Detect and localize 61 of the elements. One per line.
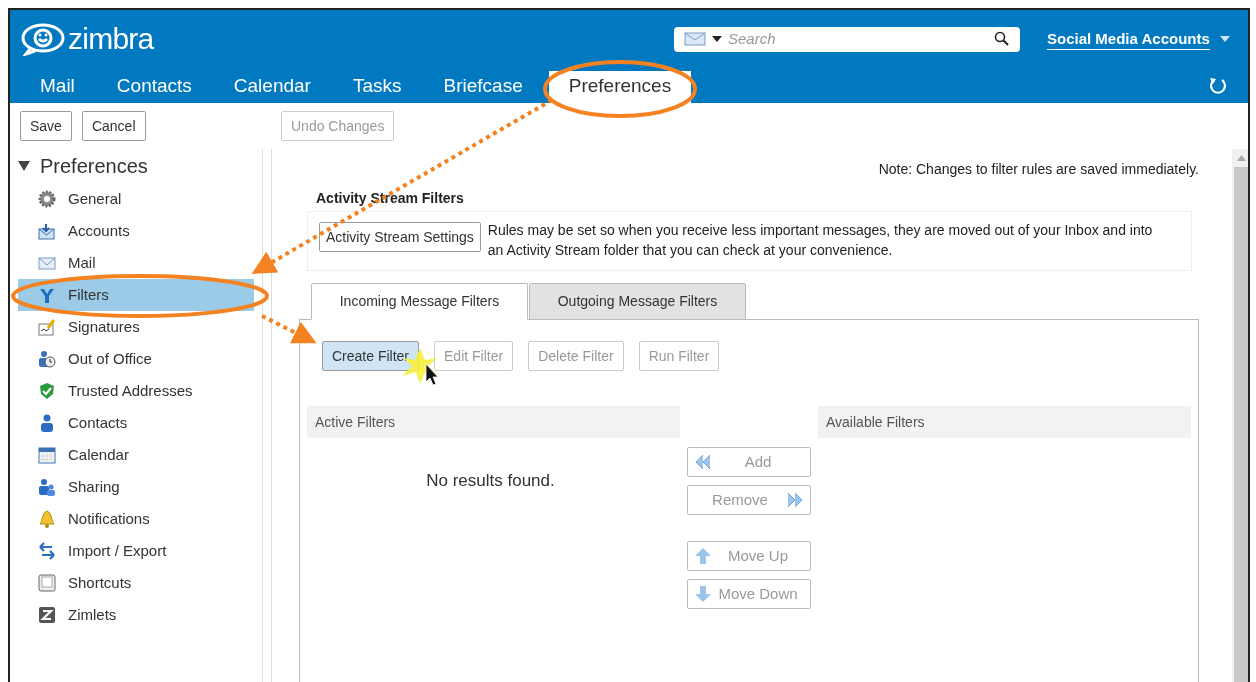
- zimlet-icon: [38, 606, 56, 624]
- description-text: Rules may be set so when you receive less important messages, they are moved out of your Inbox and into an Activity Stream folder that you can check at your convenience.: [487, 221, 1154, 260]
- sidebar-item[interactable]: Notifications: [18, 503, 254, 535]
- bell-icon: [38, 510, 56, 528]
- filter-icon: [38, 286, 56, 304]
- search-icon[interactable]: [994, 31, 1010, 47]
- logo-icon: [20, 22, 66, 56]
- list-header: Available Filters: [818, 406, 1191, 438]
- expand-triangle-icon[interactable]: [18, 160, 30, 172]
- double-left-chevron-icon: [694, 453, 712, 471]
- sidebar-item[interactable]: Import / Export: [18, 535, 254, 567]
- dotted-arrow: [261, 314, 317, 344]
- list-header: Active Filters: [307, 406, 680, 438]
- sidebar-item[interactable]: General: [18, 183, 254, 215]
- sidebar-item[interactable]: Trusted Addresses: [18, 375, 254, 407]
- sidebar-item[interactable]: Out of Office: [18, 343, 254, 375]
- sidebar-item[interactable]: Contacts: [18, 407, 254, 439]
- sidebar-item[interactable]: Mail: [18, 247, 254, 279]
- envelope-icon: [38, 254, 56, 272]
- keycap-icon: [38, 574, 56, 592]
- search-input[interactable]: Search: [728, 27, 988, 51]
- double-right-chevron-icon: [786, 491, 804, 509]
- person-clock-icon: [38, 350, 56, 368]
- account-menu[interactable]: Social Media Accounts: [1047, 28, 1210, 50]
- sidebar-item[interactable]: Accounts: [18, 215, 254, 247]
- logo-wordmark: zimbra: [68, 24, 154, 54]
- filter-tab[interactable]: Outgoing Message Filters: [529, 283, 746, 320]
- cancel-button[interactable]: Cancel: [81, 111, 146, 141]
- scrollbar[interactable]: [1232, 149, 1248, 682]
- swap-arrows-icon: [38, 542, 56, 560]
- sidebar-item[interactable]: Zimlets: [18, 599, 254, 631]
- sidebar-item[interactable]: Signatures: [18, 311, 254, 343]
- people-icon: [38, 478, 56, 496]
- sidebar-item[interactable]: Filters: [18, 279, 254, 311]
- filter-tab[interactable]: Incoming Message Filters: [311, 283, 528, 320]
- sidebar-item[interactable]: Sharing: [18, 471, 254, 503]
- down-arrow-icon: [694, 585, 712, 603]
- app-tab[interactable]: Mail: [38, 71, 77, 103]
- calendar-icon: [38, 446, 56, 464]
- app-tab[interactable]: Calendar: [231, 71, 313, 103]
- gear-icon: [38, 190, 56, 208]
- signature-icon: [38, 318, 56, 336]
- app-tab[interactable]: Briefcase: [441, 71, 525, 103]
- search-field[interactable]: Search: [674, 26, 1020, 52]
- up-arrow-icon: [694, 547, 712, 565]
- button[interactable]: Create Filter: [322, 341, 420, 371]
- person-icon: [38, 414, 56, 432]
- app-tab[interactable]: Tasks: [350, 71, 404, 103]
- save-button[interactable]: Save: [20, 111, 72, 141]
- caret-icon[interactable]: [712, 36, 722, 42]
- refresh-icon[interactable]: [1208, 76, 1228, 96]
- app-tab[interactable]: Preferences: [548, 71, 692, 103]
- settings-button[interactable]: Activity Stream Settings: [319, 222, 481, 252]
- sidebar-title: Preferences: [40, 154, 148, 179]
- sidebar-item[interactable]: Shortcuts: [18, 567, 254, 599]
- mailbox-icon: [38, 222, 56, 240]
- empty-message: No results found.: [426, 470, 555, 492]
- sidebar-item[interactable]: Calendar: [18, 439, 254, 471]
- app-tab[interactable]: Contacts: [114, 71, 194, 103]
- shield-icon: [38, 382, 56, 400]
- note-text: Note: Changes to filter rules are saved immediately.: [878, 160, 1199, 179]
